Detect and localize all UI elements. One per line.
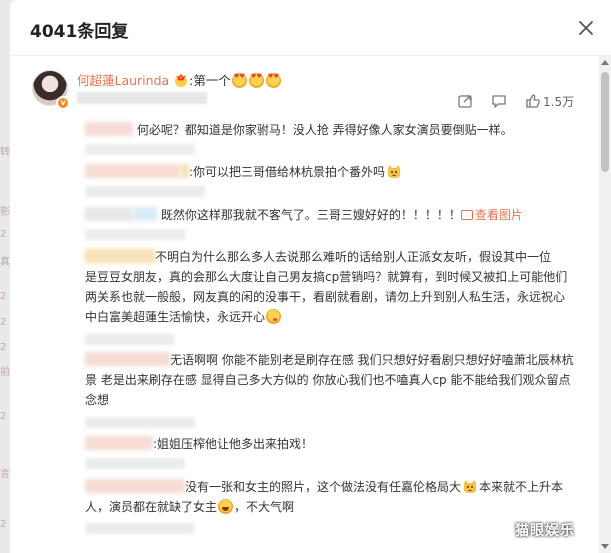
scrollbar-thumb[interactable] [601, 72, 609, 172]
reply-item: :姐姐压榨他让他多出来拍戏！ [85, 434, 585, 454]
bg-letter: 言 [0, 469, 10, 480]
bg-letter: 转 [0, 147, 10, 158]
bg-letter: 2 [0, 342, 7, 353]
bg-letter: 2 [0, 317, 7, 328]
redacted-username [85, 436, 153, 450]
reply-text-line: 无语啊啊 你能不能别老是刷存在感 我们只想好好看剧只想好好嗑萧北辰林杭 [170, 353, 574, 367]
share-icon[interactable] [457, 93, 473, 109]
reply-meta-redacted [85, 144, 195, 155]
scroll-down-arrow-icon[interactable] [601, 544, 609, 549]
redacted-username [85, 164, 181, 178]
scroll-up-arrow-icon[interactable] [601, 60, 609, 65]
reply-item: 无语啊啊 你能不能别老是刷存在感 我们只想好好看剧只想好好嗑萧北辰林杭 景 老是… [85, 350, 585, 410]
bg-letter: 影 [0, 207, 10, 218]
like-icon[interactable] [525, 93, 541, 109]
reply-text-line: ，不大气啊 [234, 500, 295, 514]
reply-item: :你可以把三哥借给林杭景拍个番外吗 [85, 162, 585, 182]
reply-meta-redacted [85, 458, 185, 469]
reply-text-line: 不明白为什么那么多人去说那么难听的话给别人正派女友听，假设其中一位 [155, 250, 552, 264]
comment-meta-redacted [77, 92, 207, 104]
reply-item: 没有一张和女主的照片，这个做法没有任嘉伦格局大 本来就不上升本 人，演员都在就缺了… [85, 477, 585, 517]
dialog-header: 4041条回复 [10, 0, 611, 56]
redacted-username [85, 479, 185, 493]
laugh-tears-emoji-icon [218, 499, 234, 514]
heart-eyes-emoji-icon [248, 73, 264, 88]
reply-text-line: 是豆豆女朋友，真的会那么大度让自己男友搞cp营销吗？就算有，到时候又被扣上可能他… [85, 270, 568, 284]
redacted-username [85, 207, 133, 221]
cat-emoji-icon [464, 480, 477, 493]
main-comment-text: :第一个 [189, 73, 231, 88]
reply-text: 既然你这样那我就不客气了。三哥三嫂好好的！！！！！ [160, 208, 461, 222]
username-link[interactable]: 何超蓮Laurinda [77, 73, 169, 88]
reply-text: :姐姐压榨他让他多出来拍戏！ [153, 437, 314, 451]
reply-text-line: 本来就不上升本 [479, 480, 564, 494]
redacted-username [181, 164, 189, 178]
kiss-emoji-icon [266, 309, 282, 324]
scrollbar[interactable] [599, 56, 611, 553]
crown-heart-icon [175, 73, 188, 87]
close-icon[interactable] [577, 19, 595, 37]
reply-item: 不明白为什么那么多人去说那么难听的话给别人正派女友听，假设其中一位 是豆豆女朋友… [85, 247, 585, 327]
heart-eyes-emoji-icon [265, 73, 281, 88]
redacted-username [85, 249, 155, 263]
reply-meta-redacted [85, 417, 195, 428]
redacted-username [85, 122, 133, 136]
reply-text-line: 中白富美超蓮生活愉快，永远开心 [85, 310, 266, 324]
reply-meta-redacted [85, 334, 175, 345]
reply-text-line: 景 老是出来刷存在感 显得自己多大方似的 你放心我们也不嗑真人cp 能不能给我们… [85, 373, 571, 387]
reply-text: 何必呢？都知道是你家驸马！没人抢 弄得好像人家女演员要倒贴一样。 [136, 123, 513, 137]
image-icon [460, 210, 473, 220]
bg-letter: 2 [0, 519, 7, 530]
watermark: 猫眼娱乐 [515, 523, 575, 539]
reply-text-line: 念想 [85, 393, 110, 407]
bg-letter: 2 [0, 411, 7, 422]
comment-icon[interactable] [491, 93, 507, 109]
redacted-username [85, 352, 170, 366]
reply-text-line: 没有一张和女主的照片，这个做法没有任嘉伦格局大 [185, 480, 462, 494]
reply-meta-redacted [85, 229, 185, 240]
reply-item: 何必呢？都知道是你家驸马！没人抢 弄得好像人家女演员要倒贴一样。 [85, 120, 585, 140]
reply-text-line: 两关系也就一般般，网友真的闲的没事干，看剧就看剧，请勿上升到别人私生活，永远祝心 [85, 290, 566, 304]
reply-text: :你可以把三哥借给林杭景拍个番外吗 [189, 165, 386, 179]
redacted-avatar [133, 207, 157, 221]
replies-dialog: 4041条回复 v 何超蓮Laurinda :第一个 1.5万 何必呢？都知道是… [10, 0, 611, 553]
heart-eyes-emoji-icon [231, 73, 247, 88]
bg-letter: 2 [0, 229, 7, 240]
reply-meta-redacted [85, 186, 205, 197]
cat-emoji-icon [388, 165, 401, 178]
verified-badge: v [56, 96, 70, 110]
reply-item: 既然你这样那我就不客气了。三哥三嫂好好的！！！！！ 查看图片 [85, 205, 585, 225]
bg-letter: 2 [0, 291, 7, 302]
main-comment-line: 何超蓮Laurinda :第一个 [77, 70, 282, 89]
like-count: 1.5万 [543, 95, 575, 109]
view-image-link[interactable]: 查看图片 [460, 208, 523, 222]
reply-text-line: 人，演员都在就缺了女主 [85, 500, 218, 514]
bg-letter: 真 [0, 257, 10, 268]
reply-meta-redacted [85, 523, 195, 534]
bg-letter: 前 [0, 367, 10, 378]
dialog-title: 4041条回复 [30, 22, 129, 42]
